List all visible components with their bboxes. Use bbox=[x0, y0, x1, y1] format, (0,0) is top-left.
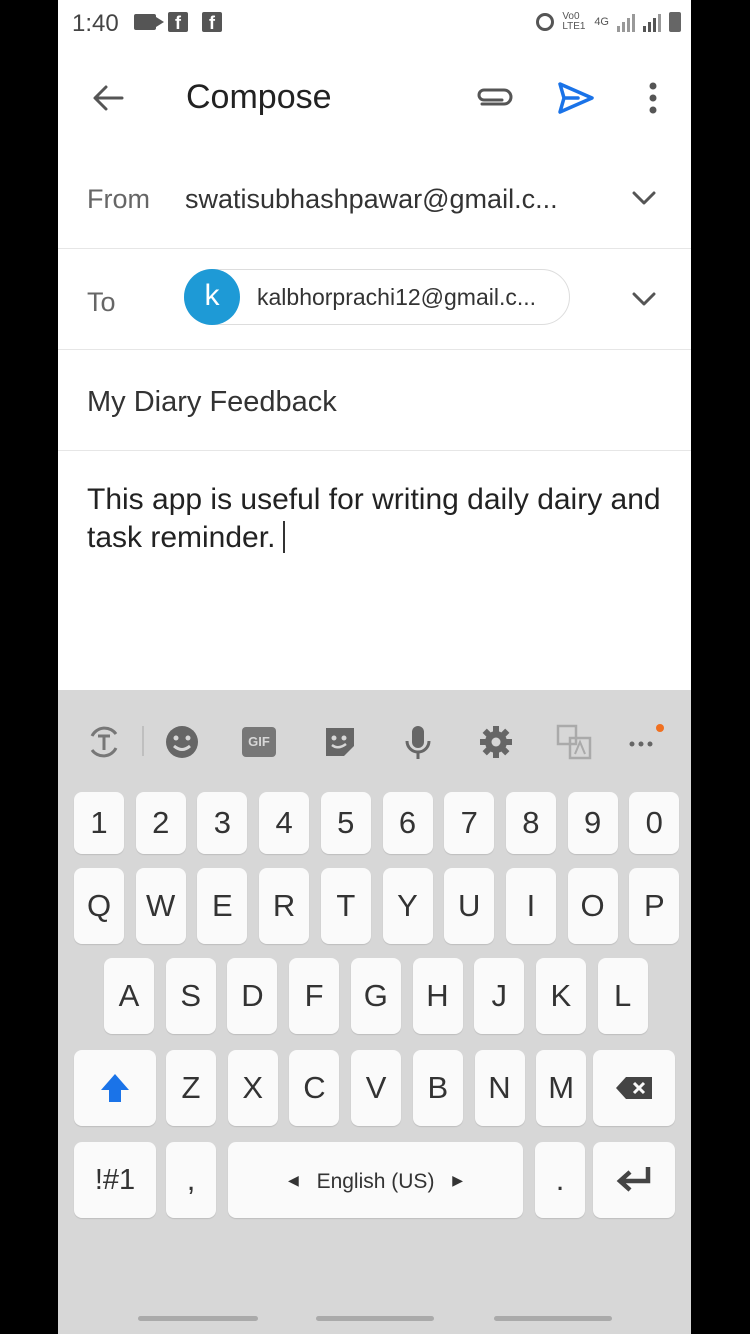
gif-icon[interactable]: GIF bbox=[242, 727, 276, 757]
key-k[interactable]: K bbox=[535, 958, 586, 1034]
video-icon bbox=[134, 14, 164, 30]
signal-icon bbox=[617, 12, 635, 32]
key-o[interactable]: O bbox=[567, 868, 618, 944]
key-r[interactable]: R bbox=[259, 868, 310, 944]
key-b[interactable]: B bbox=[412, 1050, 463, 1126]
key-5[interactable]: 5 bbox=[320, 792, 371, 854]
translate-icon[interactable] bbox=[554, 722, 594, 762]
language-left-arrow-icon: ◀ bbox=[287, 1172, 299, 1188]
key-q[interactable]: Q bbox=[74, 868, 124, 944]
key-3[interactable]: 3 bbox=[197, 792, 248, 854]
recipient-chip[interactable]: k kalbhorprachi12@gmail.c... bbox=[184, 269, 570, 325]
alarm-icon bbox=[536, 13, 555, 31]
period-key[interactable]: . bbox=[535, 1142, 585, 1218]
language-right-arrow-icon: ▶ bbox=[452, 1172, 464, 1188]
battery-icon bbox=[669, 12, 681, 32]
phone-screen: 1:40 f f Vo0 LTE1 4G Compose From swatis… bbox=[58, 0, 691, 1334]
comma-key[interactable]: , bbox=[166, 1142, 216, 1218]
page-title: Compose bbox=[186, 78, 332, 116]
key-m[interactable]: M bbox=[536, 1050, 587, 1126]
text-mode-icon[interactable] bbox=[84, 722, 124, 762]
nav-bar-indicator bbox=[316, 1316, 434, 1321]
sticker-icon[interactable] bbox=[320, 722, 360, 762]
key-4[interactable]: 4 bbox=[259, 792, 310, 854]
status-bar: 1:40 f f Vo0 LTE1 4G bbox=[58, 0, 691, 50]
symbols-key[interactable]: !#1 bbox=[74, 1142, 156, 1218]
attach-icon[interactable] bbox=[472, 80, 516, 116]
backspace-key[interactable] bbox=[593, 1050, 675, 1126]
subject-text[interactable]: My Diary Feedback bbox=[87, 386, 337, 419]
send-icon[interactable] bbox=[554, 76, 598, 120]
network-label: Vo0 LTE1 bbox=[562, 11, 586, 32]
facebook-icon: f bbox=[202, 12, 222, 33]
status-time: 1:40 bbox=[72, 10, 119, 37]
space-language-label: English (US) bbox=[316, 1170, 435, 1193]
key-g[interactable]: G bbox=[350, 958, 401, 1034]
signal-icon bbox=[643, 12, 661, 32]
avatar: k bbox=[184, 269, 240, 325]
key-9[interactable]: 9 bbox=[567, 792, 618, 854]
network-type-label: 4G bbox=[594, 16, 609, 28]
key-z[interactable]: Z bbox=[166, 1050, 216, 1126]
key-s[interactable]: S bbox=[165, 958, 216, 1034]
keyboard-toolbar: GIF bbox=[58, 690, 691, 786]
from-value[interactable]: swatisubhashpawar@gmail.c... bbox=[185, 184, 558, 215]
key-n[interactable]: N bbox=[474, 1050, 525, 1126]
key-j[interactable]: J bbox=[474, 958, 525, 1034]
body-text: This app is useful for writing daily dai… bbox=[87, 483, 661, 554]
nav-bar-indicator bbox=[494, 1316, 612, 1321]
from-label: From bbox=[87, 184, 150, 214]
key-c[interactable]: C bbox=[289, 1050, 340, 1126]
key-u[interactable]: U bbox=[444, 868, 495, 944]
settings-gear-icon[interactable] bbox=[476, 722, 516, 762]
back-arrow-icon[interactable] bbox=[88, 78, 128, 118]
key-e[interactable]: E bbox=[197, 868, 248, 944]
key-l[interactable]: L bbox=[597, 958, 648, 1034]
key-i[interactable]: I bbox=[505, 868, 556, 944]
facebook-icon: f bbox=[168, 12, 188, 33]
key-6[interactable]: 6 bbox=[382, 792, 433, 854]
key-0[interactable]: 0 bbox=[629, 792, 680, 854]
more-tools-icon[interactable] bbox=[626, 722, 666, 762]
key-y[interactable]: Y bbox=[382, 868, 433, 944]
to-label: To bbox=[87, 287, 116, 317]
toolbar-divider bbox=[142, 726, 144, 756]
key-h[interactable]: H bbox=[412, 958, 463, 1034]
enter-key[interactable] bbox=[593, 1142, 675, 1218]
microphone-icon[interactable] bbox=[398, 722, 438, 762]
shift-key[interactable] bbox=[74, 1050, 156, 1126]
subject-field[interactable]: My Diary Feedback bbox=[58, 350, 691, 451]
text-cursor bbox=[283, 521, 286, 553]
key-a[interactable]: A bbox=[104, 958, 154, 1034]
status-right: Vo0 LTE1 4G bbox=[536, 12, 681, 32]
message-body[interactable]: This app is useful for writing daily dai… bbox=[58, 451, 691, 691]
more-options-icon[interactable] bbox=[638, 76, 668, 120]
chevron-down-icon[interactable] bbox=[631, 190, 657, 206]
key-v[interactable]: V bbox=[351, 1050, 402, 1126]
emoji-icon[interactable] bbox=[162, 722, 202, 762]
key-w[interactable]: W bbox=[135, 868, 186, 944]
chevron-down-icon[interactable] bbox=[631, 291, 657, 307]
from-field[interactable]: From swatisubhashpawar@gmail.c... bbox=[58, 146, 691, 249]
to-field[interactable]: To k kalbhorprachi12@gmail.c... bbox=[58, 249, 691, 350]
key-x[interactable]: X bbox=[227, 1050, 278, 1126]
key-f[interactable]: F bbox=[289, 958, 340, 1034]
nav-bar-indicator bbox=[138, 1316, 258, 1321]
key-8[interactable]: 8 bbox=[505, 792, 556, 854]
keyboard: GIF 1234567890 QWE R T Y U I O P A S D F… bbox=[58, 690, 691, 1334]
key-2[interactable]: 2 bbox=[135, 792, 186, 854]
body-text-container[interactable]: This app is useful for writing daily dai… bbox=[87, 481, 667, 557]
key-p[interactable]: P bbox=[629, 868, 680, 944]
key-1[interactable]: 1 bbox=[74, 792, 124, 854]
key-d[interactable]: D bbox=[227, 958, 278, 1034]
key-7[interactable]: 7 bbox=[444, 792, 495, 854]
recipient-email: kalbhorprachi12@gmail.c... bbox=[257, 284, 537, 310]
key-t[interactable]: T bbox=[320, 868, 371, 944]
space-key[interactable]: ◀ English (US) ▶ bbox=[228, 1142, 523, 1218]
compose-appbar: Compose bbox=[58, 50, 691, 146]
